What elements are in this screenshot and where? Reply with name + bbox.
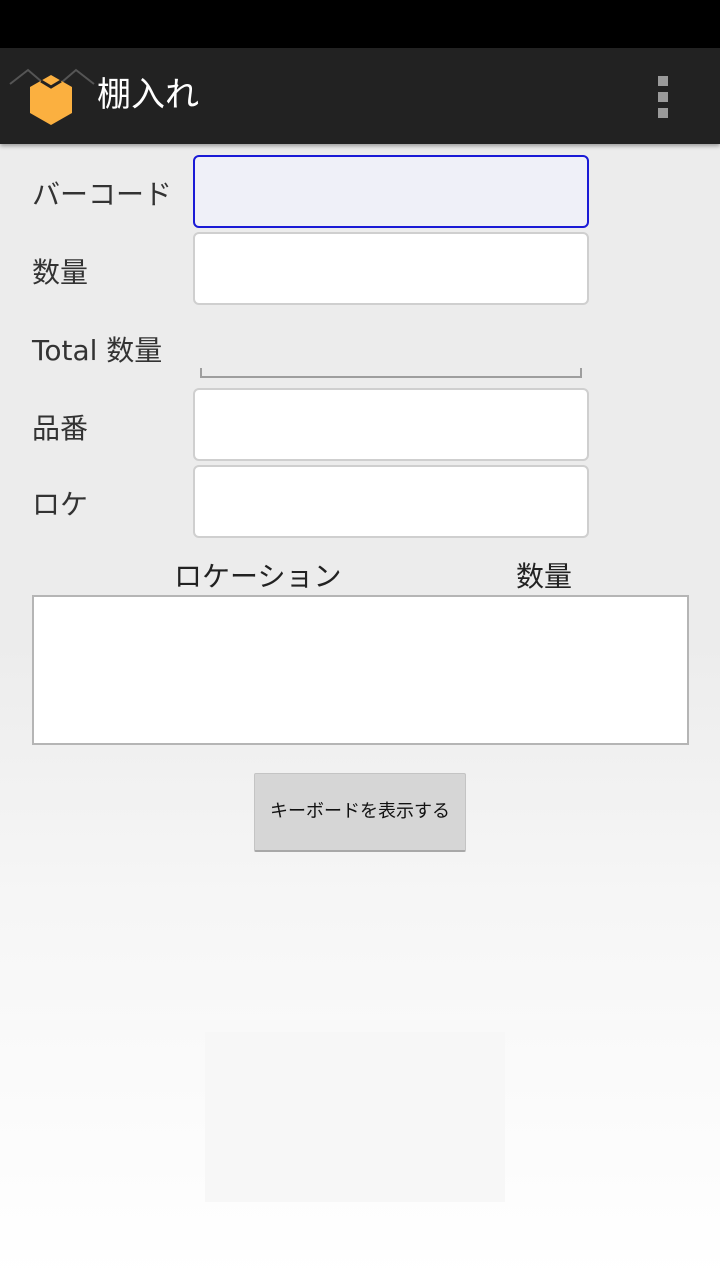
background-panel [205,1032,505,1202]
barcode-label: バーコード [32,178,173,211]
quantity-input[interactable] [193,232,589,305]
status-bar [0,0,720,48]
show-keyboard-button[interactable]: キーボードを表示する [254,773,466,852]
hexagon-box-icon[interactable] [8,64,96,128]
overflow-menu-icon[interactable] [642,68,686,124]
quantity-label: 数量 [32,256,89,289]
barcode-input[interactable] [193,155,589,228]
total-quantity-label: Total 数量 [32,334,163,367]
total-quantity-value [200,368,582,378]
part-number-label: 品番 [32,412,89,445]
quantity-column-header: 数量 [516,560,573,593]
action-bar: 棚入れ [0,48,720,144]
app-title: 棚入れ [97,75,199,115]
part-number-input[interactable] [193,388,589,461]
location-column-header: ロケーション [174,560,342,593]
location-input[interactable] [193,465,589,538]
location-label: ロケ [32,488,89,521]
location-list[interactable] [32,595,689,745]
